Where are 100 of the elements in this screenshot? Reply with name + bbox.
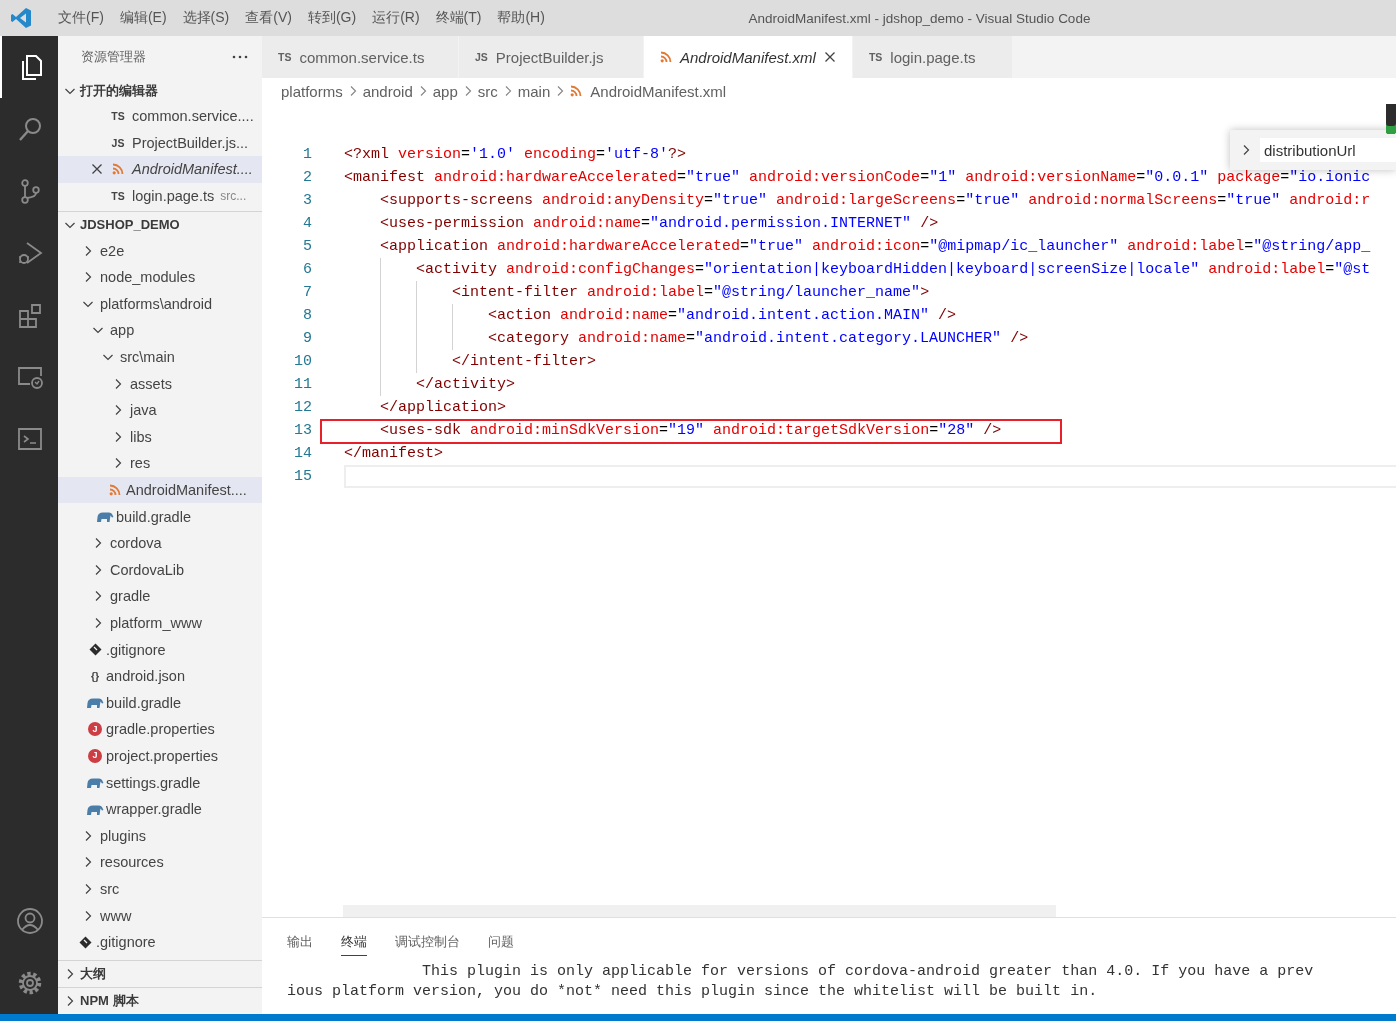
tree-item[interactable]: build.gradle	[58, 503, 262, 530]
tree-item[interactable]: platform_www	[58, 609, 262, 637]
run-debug-icon[interactable]	[18, 242, 43, 264]
breadcrumb-item[interactable]: android	[362, 82, 413, 100]
tree-item[interactable]: build.gradle	[58, 689, 262, 717]
tree-item[interactable]: J project.properties	[58, 742, 262, 770]
tree-item[interactable]: .gitignore	[58, 636, 262, 663]
tree-item[interactable]: platforms\android	[58, 290, 262, 318]
elephant-icon	[86, 776, 104, 790]
line-number: 5	[302, 238, 312, 255]
elephant-icon	[86, 696, 104, 710]
terminal-icon[interactable]	[18, 428, 42, 450]
tree-item[interactable]: cordova	[58, 529, 262, 557]
panel-tab[interactable]: 输出	[287, 928, 313, 956]
tree-item[interactable]: src	[58, 875, 262, 903]
line-number: 6	[302, 261, 312, 278]
tree-item[interactable]: app	[58, 317, 262, 344]
menu-item[interactable]: 运行(R)	[364, 9, 428, 27]
files-icon[interactable]	[22, 55, 42, 80]
code-line: </application>	[379, 398, 507, 418]
code-line: <category android:name="android.intent.category.LAUNCHER" />	[344, 327, 1029, 350]
code-line: <manifest android:hardwareAccelerated="true" android:versionCode="1" android:versionName="0.0.1" package="io.ionic	[344, 168, 1371, 188]
tree-item[interactable]: resources	[58, 849, 262, 876]
close-icon[interactable]	[823, 51, 836, 63]
file-type-label: JS	[111, 137, 125, 149]
menu-item[interactable]: 查看(V)	[237, 9, 300, 27]
breadcrumb-item[interactable]: app	[432, 82, 458, 100]
search-icon[interactable]	[19, 118, 41, 141]
tree-item[interactable]: src\main	[58, 343, 262, 371]
find-field[interactable]: distributionUrl	[1260, 138, 1396, 162]
tree-item[interactable]: CordovaLib	[58, 556, 262, 584]
tree-item[interactable]: wrapper.gradle	[58, 795, 262, 823]
tree-item[interactable]: www	[58, 902, 262, 929]
source-control-icon[interactable]	[21, 179, 40, 204]
diamond-icon	[78, 935, 92, 949]
line-number: 9	[302, 330, 312, 347]
file-type-label: TS	[111, 190, 125, 202]
settings-icon[interactable]	[18, 971, 42, 995]
code-line: <supports-screens android:anyDensity="true" android:largeScreens="true" android:normalScreens="true" android:r	[379, 191, 1371, 211]
editor-tab[interactable]: TS common.service.ts	[262, 36, 459, 78]
tree-item[interactable]: AndroidManifest....	[58, 476, 262, 504]
section-title[interactable]: 大纲	[80, 965, 106, 983]
tree-item[interactable]: e2e	[58, 237, 262, 264]
editor-tab[interactable]: TS login.page.ts	[852, 36, 1013, 78]
code-line: </activity>	[344, 373, 516, 396]
tree-item[interactable]: libs	[58, 423, 262, 451]
breadcrumb-item[interactable]: main	[517, 82, 551, 100]
tree-item[interactable]: .gitignore	[58, 928, 262, 956]
line-number: 12	[293, 399, 312, 416]
tree-item[interactable]: res	[58, 450, 262, 477]
extensions-icon[interactable]	[19, 304, 41, 328]
line-number: 11	[293, 376, 312, 393]
remote-monitor-icon[interactable]	[18, 367, 43, 389]
code-line: </manifest>	[344, 444, 444, 464]
code-line: <action android:name="android.intent.action.MAIN" />	[344, 304, 957, 327]
section-title[interactable]: JDSHOP_DEMO	[80, 217, 180, 233]
tree-item[interactable]: plugins	[58, 822, 262, 850]
open-editor-item[interactable]: TS login.page.ts src...	[58, 182, 262, 210]
tree-item[interactable]: java	[58, 396, 262, 424]
editor-tab[interactable]: AndroidManifest.xml	[644, 36, 853, 78]
scrollbar-thumb[interactable]	[343, 905, 1056, 917]
menu-item[interactable]: 终端(T)	[427, 9, 490, 27]
breadcrumb-item[interactable]: src	[477, 82, 498, 100]
menu-item[interactable]: 文件(F)	[50, 9, 112, 27]
file-type-label: J	[88, 748, 102, 763]
close-icon[interactable]	[91, 163, 103, 176]
menu-item[interactable]: 编辑(E)	[111, 9, 175, 27]
tree-item[interactable]: assets	[58, 370, 262, 397]
account-icon[interactable]	[17, 908, 43, 934]
breadcrumb-item[interactable]: platforms	[281, 82, 343, 100]
tree-item[interactable]: settings.gradle	[58, 769, 262, 796]
tree-item[interactable]: {} android.json	[58, 662, 262, 690]
code-line: <application android:hardwareAccelerated="true" android:icon="@mipmap/ic_launcher" android:label="@string/app_	[379, 237, 1371, 257]
tree-item[interactable]: J gradle.properties	[58, 716, 262, 743]
menu-item[interactable]: 帮助(H)	[489, 9, 553, 27]
file-type-label: JS	[475, 51, 488, 63]
tree-item[interactable]: gradle	[58, 583, 262, 610]
line-number: 8	[302, 307, 312, 324]
open-editor-item[interactable]: TS common.service....	[58, 103, 262, 130]
code-line: <intent-filter android:label="@string/launcher_name">	[344, 281, 930, 304]
tree-item[interactable]: node_modules	[58, 263, 262, 291]
section-title[interactable]: 打开的编辑器	[80, 81, 158, 100]
open-editor-item[interactable]: AndroidManifest....	[58, 156, 262, 183]
section-title[interactable]: NPM 脚本	[80, 992, 139, 1010]
breadcrumb-item[interactable]: AndroidManifest.xml	[570, 82, 727, 100]
menu-item[interactable]: 选择(S)	[174, 9, 238, 27]
editor-tab[interactable]: JS ProjectBuilder.js	[459, 36, 644, 78]
line-number: 14	[293, 445, 312, 462]
file-type-label: TS	[868, 51, 883, 63]
rss-icon	[109, 484, 121, 496]
panel-tab[interactable]: 问题	[488, 928, 514, 956]
panel-tab[interactable]: 调试控制台	[395, 928, 460, 956]
menu-item[interactable]: 转到(G)	[299, 9, 365, 27]
file-type-label: J	[88, 722, 102, 737]
more-icon[interactable]	[232, 55, 248, 59]
open-editor-item[interactable]: JS ProjectBuilder.js...	[58, 129, 262, 157]
panel-tab[interactable]: 终端	[341, 928, 367, 956]
line-number: 7	[302, 284, 312, 301]
terminal-line: ious platform version, you do *not* need this plugin since the whitelist will be built in.	[287, 982, 1099, 1002]
line-number: 10	[293, 353, 312, 370]
